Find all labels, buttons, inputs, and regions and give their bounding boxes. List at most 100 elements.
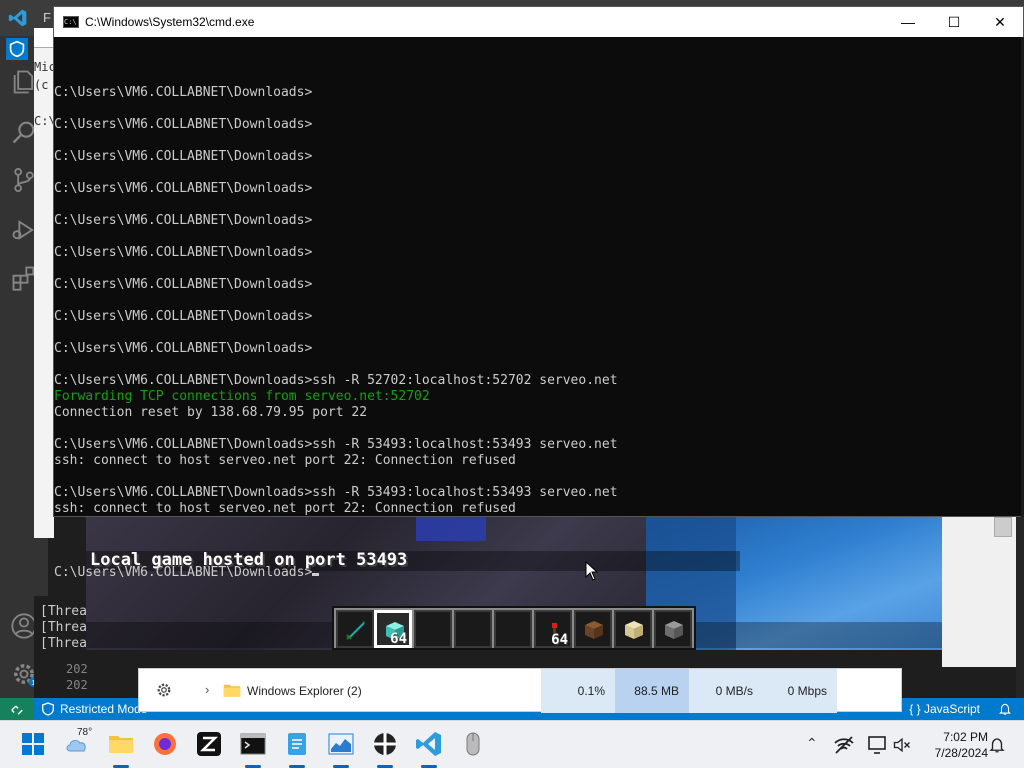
stone-block-icon [665, 621, 683, 639]
bg-tab [34, 28, 54, 48]
text-cursor [312, 573, 320, 576]
console-line: ssh: connect to host serveo.net port 22:… [54, 453, 516, 468]
expand-chevron-icon[interactable]: › [205, 682, 209, 697]
sand-block-icon [625, 621, 643, 639]
restricted-mode-indicator[interactable]: Restricted Mode [40, 698, 147, 720]
console-line: C:\Users\VM6.COLLABNET\Downloads> [54, 213, 313, 228]
console-line: C:\Users\VM6.COLLABNET\Downloads> [54, 117, 313, 132]
console-line: Forwarding TCP connections from serveo.n… [54, 389, 430, 404]
console-line: C:\Users\VM6.COLLABNET\Downloads> [54, 181, 313, 196]
notepad-icon[interactable] [282, 729, 312, 759]
cmd-title: C:\Windows\System32\cmd.exe [85, 15, 255, 29]
console-line: C:\Users\VM6.COLLABNET\Downloads> [54, 341, 313, 356]
hotbar-slot-2[interactable]: 64 [374, 610, 412, 648]
console-line: Connection reset by 138.68.79.95 port 22 [54, 405, 368, 420]
console-line: C:\Users\VM6.COLLABNET\Downloads> [54, 309, 313, 324]
task-manager-process-row[interactable]: › Windows Explorer (2) 0.1% 88.5 MB 0 MB… [138, 668, 902, 713]
hotbar-slot-3[interactable] [414, 610, 452, 648]
remote-icon [11, 705, 23, 715]
console-line: C:\Users\VM6.COLLABNET\Downloads>ssh -R … [54, 437, 618, 452]
vscode-logo-icon [8, 9, 27, 27]
console-line: C:\Users\VM6.COLLABNET\Downloads> [54, 277, 313, 292]
hotbar-slot-6[interactable]: 64 [534, 610, 572, 648]
console-line: C:\Users\VM6.COLLABNET\Downloads> [54, 245, 313, 260]
cmd-window[interactable]: C:\ C:\Windows\System32\cmd.exe — ☐ ✕ C:… [53, 6, 1024, 580]
item-count: 64 [390, 631, 407, 647]
console-line: C:\Users\VM6.COLLABNET\Downloads>ssh -R … [54, 485, 618, 500]
hotbar-slot-4[interactable] [454, 610, 492, 648]
cmd-console-output[interactable]: C:\Users\VM6.COLLABNET\Downloads> C:\User… [54, 37, 1023, 580]
process-cpu: 0.1% [541, 669, 615, 713]
file-explorer-icon[interactable] [106, 729, 136, 759]
minimize-button[interactable]: — [885, 7, 931, 37]
hotbar-slot-5[interactable] [494, 610, 532, 648]
process-network: 0 Mbps [763, 669, 837, 713]
hotbar-slot-1[interactable] [336, 610, 374, 648]
cmd-app-icon: C:\ [63, 16, 79, 28]
firefox-icon[interactable] [150, 729, 180, 759]
hotbar-slot-7[interactable] [574, 610, 612, 648]
console-prompt-line: C:\Users\VM6.COLLABNET\Downloads> [54, 565, 1023, 581]
folder-icon [223, 684, 241, 697]
cmd-titlebar[interactable]: C:\ C:\Windows\System32\cmd.exe — ☐ ✕ [54, 7, 1023, 37]
process-memory: 88.5 MB [615, 669, 689, 713]
windows-taskbar: 78° ⌃ 7:02 PM 7/28/2024 [0, 720, 1024, 768]
restricted-mode-label: Restricted Mode [60, 702, 148, 716]
settings-gear-icon[interactable] [155, 681, 173, 699]
weather-temperature: 78° [77, 727, 93, 738]
vscode-icon[interactable] [414, 729, 444, 759]
terminal-line: [Threa [40, 620, 87, 635]
console-line: C:\Users\VM6.COLLABNET\Downloads>ssh -R … [54, 373, 618, 388]
item-count: 64 [551, 632, 568, 648]
mouse-icon[interactable] [458, 729, 488, 759]
console-line: ssh: connect to host serveo.net port 22:… [54, 501, 516, 516]
console-line: C:\Users\VM6.COLLABNET\Downloads> [54, 149, 313, 164]
display-icon[interactable] [866, 733, 890, 757]
network-icon[interactable] [832, 733, 856, 757]
desktop: F 1 Mic (c C:\ [Threa [Threa [Threa n 20… [0, 0, 1024, 768]
console-prompt: C:\Users\VM6.COLLABNET\Downloads> [54, 565, 313, 580]
console-line: C:\Users\VM6.COLLABNET\Downloads> [54, 85, 313, 100]
maximize-button[interactable]: ☐ [931, 7, 977, 37]
clock-time: 7:02 PM [943, 730, 988, 744]
vscode-menu-item[interactable]: F [43, 10, 51, 25]
shield-icon [42, 702, 54, 716]
shield-icon [6, 38, 28, 60]
system-tray-chevron-icon[interactable]: ⌃ [806, 735, 818, 752]
hotbar-slot-9[interactable] [654, 610, 692, 648]
console-lines: C:\Users\VM6.COLLABNET\Downloads> C:\User… [54, 85, 1023, 533]
close-button[interactable]: ✕ [977, 7, 1023, 37]
process-name: Windows Explorer (2) [247, 684, 362, 698]
notifications-bell-icon[interactable] [988, 735, 1006, 755]
remote-button[interactable] [0, 698, 34, 720]
task-manager-icon[interactable] [326, 729, 356, 759]
terminal-line: [Threa [40, 636, 87, 651]
zed-icon[interactable] [194, 729, 224, 759]
notifications-bell-icon[interactable] [998, 701, 1012, 717]
clock-date: 7/28/2024 [934, 746, 988, 760]
dirt-block-icon [585, 621, 603, 639]
volume-muted-icon[interactable] [892, 735, 912, 755]
clock[interactable]: 7:02 PM 7/28/2024 [918, 729, 988, 761]
language-mode[interactable]: { } JavaScript [909, 698, 980, 720]
line-number: 202 [66, 678, 88, 692]
app-icon[interactable] [370, 729, 400, 759]
process-disk: 0 MB/s [689, 669, 763, 713]
diamond-sword-icon [346, 620, 365, 640]
start-icon[interactable] [18, 729, 48, 759]
hotbar-slot-8[interactable] [614, 610, 652, 648]
line-number: 202 [66, 662, 88, 676]
cmd-icon[interactable] [238, 729, 268, 759]
